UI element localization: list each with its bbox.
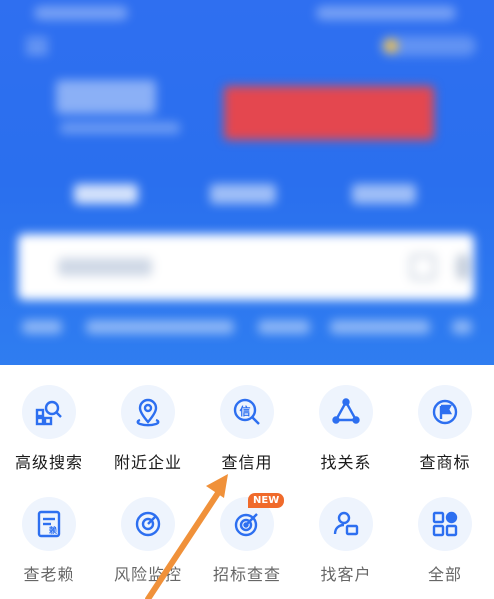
search-input[interactable] — [18, 234, 474, 300]
microphone-icon[interactable] — [456, 254, 470, 280]
status-bar-right — [316, 6, 456, 20]
promo-banner[interactable] — [224, 86, 434, 140]
grid-item-label: 附近企业 — [113, 453, 182, 472]
grid-item-label: 全部 — [427, 565, 462, 584]
hot-search-item[interactable] — [258, 320, 310, 334]
blurred-header — [0, 0, 494, 365]
hot-search-item[interactable] — [330, 320, 430, 334]
grid-item-label: 高级搜索 — [14, 453, 83, 472]
advanced-search-icon — [22, 385, 76, 439]
grid-item-label: 找客户 — [320, 565, 372, 584]
grid-item-label: 查老赖 — [23, 565, 75, 584]
customer-card-icon — [319, 497, 373, 551]
promo-pill[interactable] — [380, 36, 476, 56]
debtor-document-icon: 赖 — [22, 497, 76, 551]
trademark-flag-icon — [418, 385, 472, 439]
svg-text:信: 信 — [240, 404, 251, 418]
search-tab-2[interactable] — [210, 184, 276, 204]
grid-item-label: 招标查查 — [212, 565, 281, 584]
grid-item-label: 查商标 — [419, 453, 471, 472]
app-logo — [56, 80, 156, 114]
hot-search-label — [22, 320, 62, 334]
blurred-content — [0, 0, 494, 365]
location-pin-icon — [121, 385, 175, 439]
search-tab-1[interactable] — [74, 184, 138, 204]
scan-icon[interactable] — [410, 254, 436, 280]
search-tab-3[interactable] — [352, 184, 416, 204]
grid-item-label: 找关系 — [320, 453, 372, 472]
all-apps-icon — [418, 497, 472, 551]
grid-item-label: 风险监控 — [113, 565, 182, 584]
search-placeholder — [58, 258, 152, 276]
svg-text:赖: 赖 — [49, 525, 57, 535]
quick-function-grid: 高级搜索 附近企业 信 查信用 找关系 查商标 赖 查老赖 风险监控 NEW 招… — [0, 365, 494, 599]
app-slogan — [60, 122, 180, 134]
risk-radar-icon — [121, 497, 175, 551]
status-bar-left — [34, 6, 128, 20]
relation-graph-icon — [319, 385, 373, 439]
new-badge: NEW — [248, 493, 285, 508]
hot-search-item[interactable] — [86, 320, 234, 334]
credit-search-icon: 信 — [220, 385, 274, 439]
menu-icon[interactable] — [26, 38, 48, 54]
grid-item-label: 查信用 — [221, 453, 273, 472]
refresh-icon[interactable] — [452, 320, 472, 334]
